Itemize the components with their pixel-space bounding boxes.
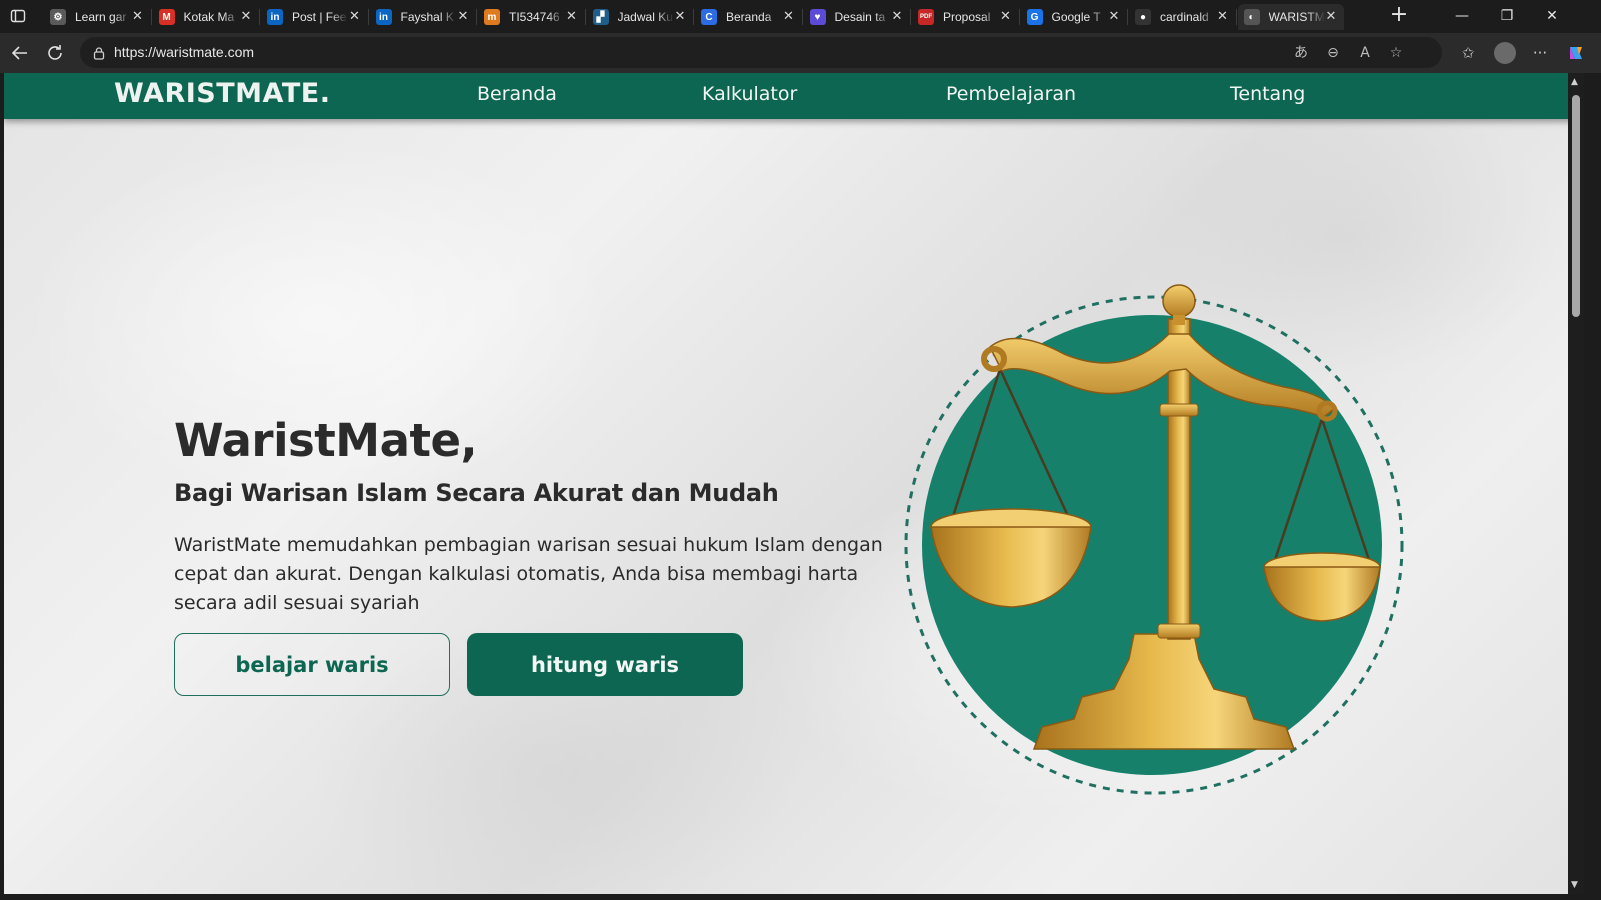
tab-2[interactable]: M Kotak Ma ✕ bbox=[153, 4, 260, 30]
url-text[interactable]: https://waristmate.com bbox=[114, 44, 254, 60]
scroll-thumb[interactable] bbox=[1572, 95, 1580, 317]
canva-icon: C bbox=[701, 9, 717, 25]
tab-title: TI534746 bbox=[509, 10, 560, 24]
github-icon: ● bbox=[1135, 9, 1151, 25]
site-icon: m bbox=[484, 9, 500, 25]
refresh-button[interactable] bbox=[43, 41, 67, 65]
address-bar[interactable]: https://waristmate.com あ ⊖ A ☆ bbox=[80, 37, 1442, 68]
close-tab-icon[interactable]: ✕ bbox=[999, 9, 1013, 23]
tab-8[interactable]: ♥ Desain ta ✕ bbox=[804, 4, 911, 30]
close-tab-icon[interactable]: ✕ bbox=[131, 9, 145, 23]
favorites-icon[interactable]: ✩ bbox=[1458, 43, 1478, 63]
hitung-waris-button[interactable]: hitung waris bbox=[467, 633, 743, 696]
translate-icon[interactable]: あ bbox=[1292, 44, 1310, 62]
nav-pembelajaran[interactable]: Pembelajaran bbox=[946, 83, 1076, 105]
belajar-waris-button[interactable]: belajar waris bbox=[174, 633, 450, 696]
favorite-star-icon[interactable]: ☆ bbox=[1387, 44, 1405, 62]
tab-separator bbox=[150, 9, 152, 25]
tab-title: Fayshal K bbox=[400, 10, 454, 24]
tab-9[interactable]: PDF Proposal ✕ bbox=[912, 4, 1019, 30]
browser-toolbar: https://waristmate.com あ ⊖ A ☆ ✩ ··· bbox=[0, 33, 1601, 73]
tab-title: Desain ta bbox=[834, 10, 886, 24]
globe-icon: ◐ bbox=[1243, 9, 1260, 25]
tab-title: Proposal bbox=[943, 10, 991, 24]
translate-icon: G bbox=[1026, 9, 1043, 25]
tab-5[interactable]: m TI534746 ✕ bbox=[478, 4, 585, 30]
tab-separator bbox=[259, 9, 260, 25]
linkedin-icon: in bbox=[267, 9, 283, 25]
tab-title: Jadwal Ku bbox=[617, 10, 673, 24]
tab-separator bbox=[584, 9, 586, 25]
tab-separator bbox=[476, 9, 477, 25]
close-tab-icon[interactable]: ✕ bbox=[239, 9, 253, 23]
back-button[interactable] bbox=[8, 41, 32, 65]
zoom-icon[interactable]: ⊖ bbox=[1324, 44, 1342, 62]
globe-icon: ⚙ bbox=[50, 9, 66, 25]
tab-title: cardinald bbox=[1160, 10, 1209, 24]
scroll-down-arrow-icon[interactable]: ▼ bbox=[1571, 880, 1578, 890]
nav-kalkulator[interactable]: Kalkulator bbox=[702, 83, 797, 105]
tab-12[interactable]: ◐ WARISTM ✕ bbox=[1237, 4, 1344, 30]
tab-separator bbox=[367, 9, 369, 25]
tab-10[interactable]: G Google T ✕ bbox=[1021, 4, 1128, 30]
tab-7[interactable]: C Beranda ✕ bbox=[695, 4, 802, 30]
tab-11[interactable]: ● cardinald ✕ bbox=[1129, 4, 1236, 30]
tab-6[interactable]: ▞ Jadwal Ku ✕ bbox=[587, 4, 694, 30]
close-tab-icon[interactable]: ✕ bbox=[1216, 9, 1230, 23]
site-logo[interactable]: WARISTMATE. bbox=[114, 78, 330, 109]
scroll-up-arrow-icon[interactable]: ▲ bbox=[1571, 77, 1578, 87]
tab-title: Post | Fee bbox=[292, 10, 347, 24]
tab-actions-icon[interactable] bbox=[10, 8, 26, 24]
close-tab-icon[interactable]: ✕ bbox=[890, 9, 904, 23]
lock-icon[interactable] bbox=[92, 45, 106, 60]
refresh-icon bbox=[48, 45, 62, 60]
browser-tab-strip: ⚙ Learn gar ✕ M Kotak Ma ✕ in Post | Fee ✕ in Fays… bbox=[0, 0, 1601, 33]
new-tab-button[interactable]: + bbox=[1388, 4, 1410, 27]
hero-subtitle: Bagi Warisan Islam Secara Akurat dan Mud… bbox=[174, 479, 779, 507]
tab-separator bbox=[1235, 9, 1237, 25]
close-tab-icon[interactable]: ✕ bbox=[1324, 9, 1338, 23]
tab-title: Google T bbox=[1051, 10, 1101, 24]
tab-1[interactable]: ⚙ Learn gar ✕ bbox=[44, 4, 151, 30]
close-tab-icon[interactable]: ✕ bbox=[565, 9, 579, 23]
close-tab-icon[interactable]: ✕ bbox=[673, 9, 687, 23]
tab-3[interactable]: in Post | Fee ✕ bbox=[261, 4, 368, 30]
more-menu-icon[interactable]: ··· bbox=[1530, 43, 1550, 63]
copilot-icon[interactable] bbox=[1566, 43, 1586, 63]
close-tab-icon[interactable]: ✕ bbox=[782, 9, 796, 23]
tab-title: WARISTM bbox=[1268, 10, 1325, 24]
site-icon: ▞ bbox=[592, 9, 609, 25]
avatar[interactable] bbox=[1494, 42, 1516, 64]
nav-tentang[interactable]: Tentang bbox=[1230, 83, 1305, 105]
tab-title: Learn gar bbox=[75, 10, 127, 24]
nav-beranda[interactable]: Beranda bbox=[477, 83, 557, 105]
tab-separator bbox=[1127, 9, 1128, 25]
tab-title: Beranda bbox=[726, 10, 772, 24]
justice-scale-illustration bbox=[904, 284, 1404, 795]
back-arrow-icon bbox=[11, 46, 27, 60]
close-tab-icon[interactable]: ✕ bbox=[348, 9, 362, 23]
hero-title: WaristMate, bbox=[174, 414, 478, 467]
read-aloud-icon[interactable]: A bbox=[1356, 44, 1374, 62]
gmail-icon: M bbox=[158, 9, 175, 25]
tab-4[interactable]: in Fayshal K ✕ bbox=[370, 4, 477, 30]
tab-separator bbox=[910, 9, 911, 25]
page-scrollbar[interactable]: ▲ ▼ bbox=[1568, 73, 1584, 894]
close-window-button[interactable]: ✕ bbox=[1532, 4, 1572, 28]
tab-title: Kotak Ma bbox=[183, 10, 235, 24]
tab-separator bbox=[1018, 9, 1020, 25]
pdf-icon: PDF bbox=[918, 9, 934, 25]
tab-separator bbox=[693, 9, 694, 25]
page-viewport: WARISTMATE. Beranda Kalkulator Pembelaja… bbox=[4, 73, 1584, 894]
tab-separator bbox=[801, 9, 803, 25]
close-tab-icon[interactable]: ✕ bbox=[456, 9, 470, 23]
linkedin-icon: in bbox=[375, 9, 392, 25]
close-tab-icon[interactable]: ✕ bbox=[1107, 9, 1121, 23]
hero-description: WaristMate memudahkan pembagian warisan … bbox=[174, 534, 883, 614]
heart-icon: ♥ bbox=[809, 9, 826, 25]
site-header: WARISTMATE. Beranda Kalkulator Pembelaja… bbox=[4, 73, 1584, 119]
minimize-button[interactable]: — bbox=[1442, 4, 1482, 28]
restore-button[interactable]: ❐ bbox=[1487, 4, 1527, 28]
